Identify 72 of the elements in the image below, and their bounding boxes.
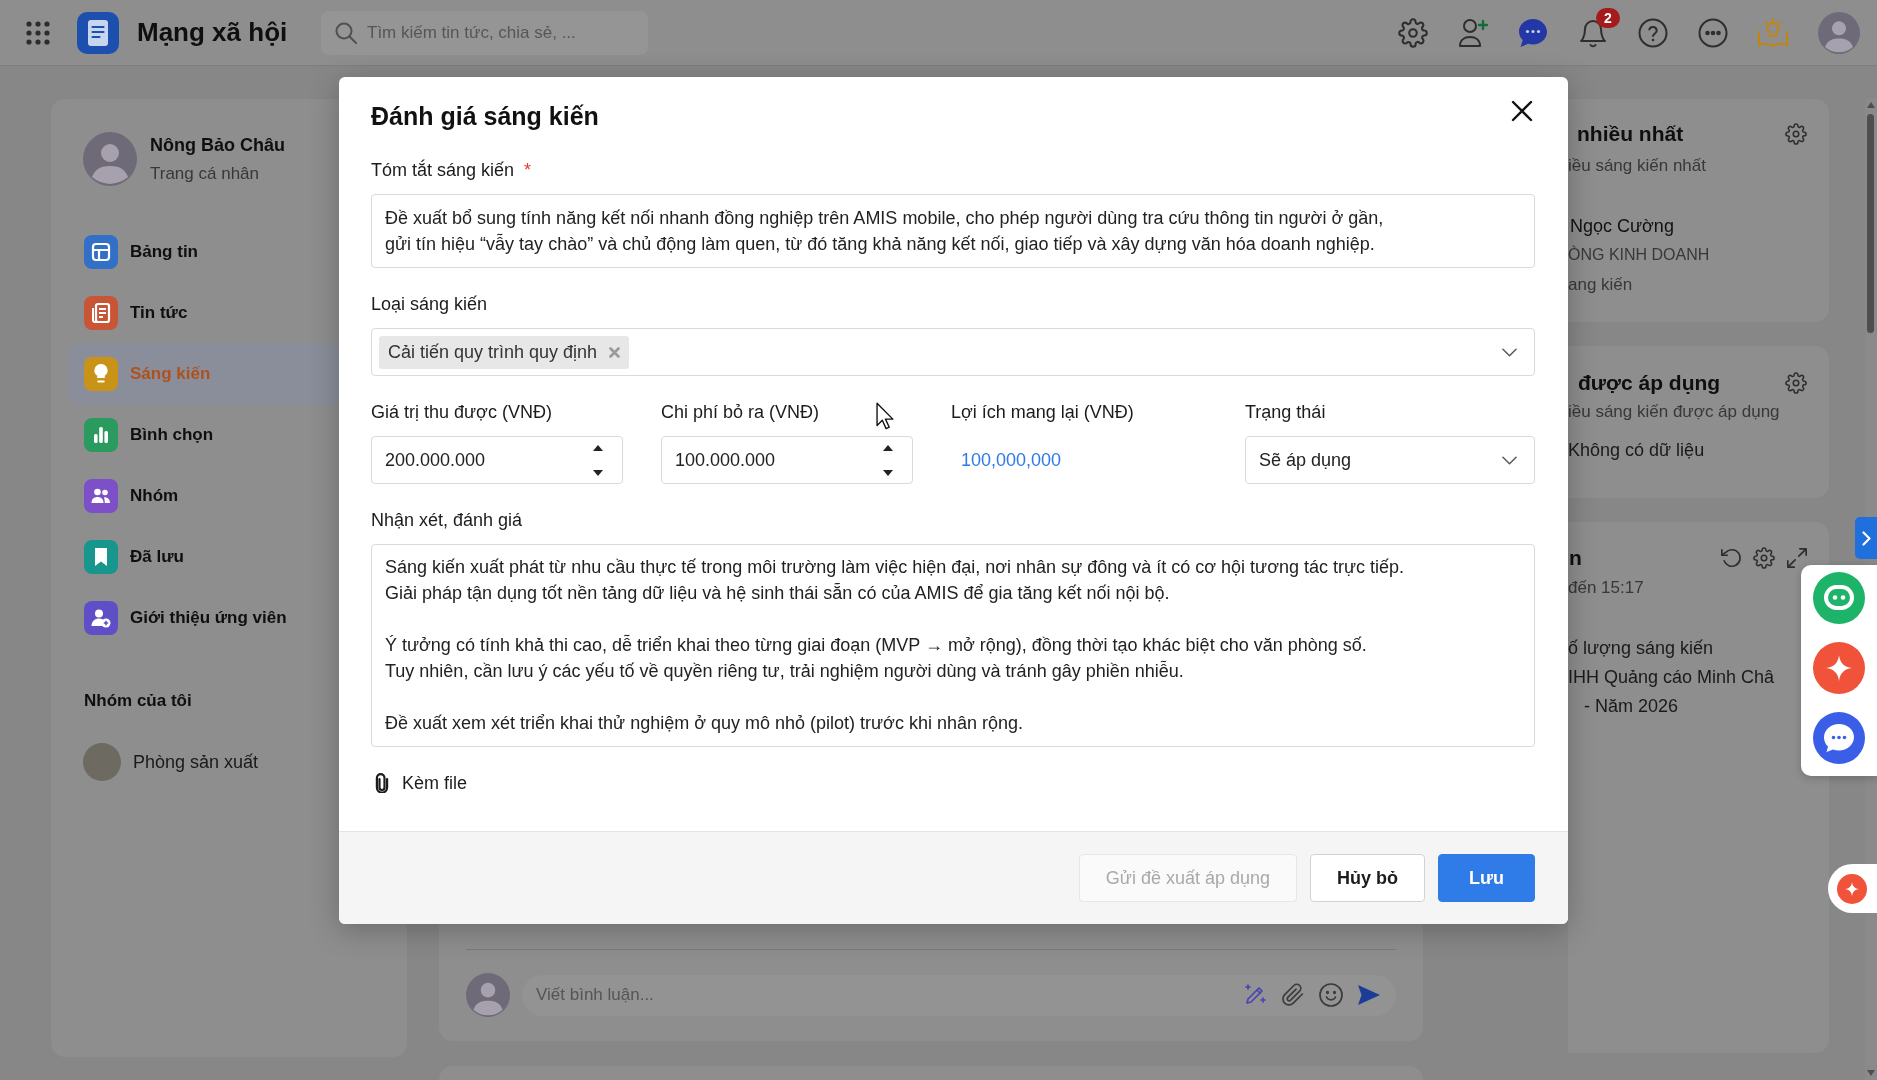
spin-up-icon[interactable] bbox=[593, 444, 603, 451]
number-field[interactable]: 200.000.000 bbox=[371, 436, 623, 484]
spin-down-icon[interactable] bbox=[883, 469, 893, 476]
search-icon bbox=[335, 21, 357, 44]
chevron-right-icon bbox=[1861, 530, 1871, 546]
number-field[interactable]: 100.000.000 bbox=[661, 436, 913, 484]
spin-up-icon[interactable] bbox=[883, 444, 893, 451]
summary-field[interactable]: Đề xuất bổ sung tính năng kết nối nhanh đồng nghiệp trên AMIS mobile, cho phép người dùng tra cứu thông tin người ở gần, gửi tín hiệu “vẫy tay chào” và chủ động làm quen, từ đó tăng khả năng kết nối, giao tiếp và xây dựng văn hóa doanh nghiệp. bbox=[371, 194, 1535, 268]
photo-placeholder bbox=[83, 743, 121, 781]
section-heading: Nhóm của tôi bbox=[84, 690, 192, 712]
close-icon[interactable] bbox=[1511, 100, 1533, 122]
help-icon[interactable] bbox=[1638, 17, 1668, 48]
empty-state-text: Không có dữ liệu bbox=[1568, 439, 1705, 462]
send-icon[interactable] bbox=[1357, 983, 1381, 1007]
person-name: Ngọc Cường bbox=[1570, 215, 1674, 238]
field-label: Loại sáng kiến bbox=[371, 293, 488, 315]
emoji-icon[interactable] bbox=[1319, 983, 1343, 1007]
department-name: ÒNG KINH DOANH bbox=[1568, 244, 1710, 265]
save-button[interactable]: Lưu bbox=[1438, 854, 1535, 902]
mouse-cursor-icon bbox=[876, 402, 896, 431]
panel-toggle-button[interactable] bbox=[1855, 517, 1877, 559]
scroll-up-icon[interactable] bbox=[1867, 102, 1875, 108]
chat-icon[interactable] bbox=[1518, 17, 1548, 48]
tag-chip[interactable]: Cải tiến quy trình quy định bbox=[379, 335, 630, 369]
chevron-down-icon[interactable] bbox=[1502, 455, 1517, 465]
settings-icon[interactable] bbox=[1785, 372, 1807, 394]
spin-down-icon[interactable] bbox=[593, 469, 603, 476]
scrollbar-thumb[interactable] bbox=[1867, 114, 1874, 333]
field-label: Chi phí bỏ ra (VNĐ) bbox=[661, 401, 820, 423]
dialog-title: Đánh giá sáng kiến bbox=[371, 101, 599, 131]
cancel-button[interactable]: Hủy bỏ bbox=[1310, 854, 1425, 902]
widget-title: nhiều nhất bbox=[1577, 122, 1684, 146]
apps-grid-icon[interactable] bbox=[26, 20, 50, 45]
widget-subtitle: đến 15:17 bbox=[1568, 577, 1644, 599]
field-label: Trạng thái bbox=[1245, 401, 1326, 423]
app-logo-icon[interactable] bbox=[77, 11, 119, 54]
field-label: Nhận xét, đánh giá bbox=[371, 509, 523, 531]
app-title: Mạng xã hội bbox=[137, 17, 288, 48]
category-select[interactable]: Cải tiến quy trình quy định bbox=[371, 328, 1535, 376]
field-label: Tóm tắt sáng kiến * bbox=[371, 159, 532, 181]
widget-subtitle: iều sáng kiến nhất bbox=[1568, 155, 1706, 177]
chevron-down-icon[interactable] bbox=[1502, 347, 1517, 357]
assistant-button[interactable] bbox=[1828, 864, 1877, 913]
add-user-icon[interactable] bbox=[1458, 17, 1488, 48]
settings-icon[interactable] bbox=[1753, 547, 1775, 569]
review-field[interactable]: Sáng kiến xuất phát từ nhu cầu thực tế trong môi trường làm việc hiện đại, nơi nhân sự đông và ít có cơ hội tương tác trực tiếp. Giải pháp tận dụng tốt nền tảng dữ liệu và hệ sinh thái sẵn có của AMIS để gia tăng kết nối nội bộ. Ý tưởng có tính khả thi cao, dễ triển khai theo từng giai đoạn (MVP → mở rộng), đồng thời tạo khác biệt cho văn phòng số. Tuy nhiên, cần lưu ý các yếu tố về quyền riêng tư, trải nghiệm người dùng và tránh gây phiền nhiễu. Đề xuất xem xét triển khai thử nghiệm ở quy mô nhỏ (pilot) trước khi nhân rộng. bbox=[371, 544, 1535, 747]
magic-pen-icon[interactable] bbox=[1243, 983, 1267, 1007]
avatar-icon bbox=[466, 973, 510, 1017]
widget-title: n bbox=[1569, 546, 1582, 570]
computed-value: 100,000,000 bbox=[961, 449, 1062, 471]
expand-icon[interactable] bbox=[1786, 547, 1808, 569]
initiative-count: ang kiến bbox=[1568, 274, 1633, 296]
widget-title: được áp dụng bbox=[1578, 371, 1721, 395]
scroll-down-icon[interactable] bbox=[1867, 1070, 1875, 1076]
field-label: Lợi ích mang lại (VNĐ) bbox=[951, 401, 1134, 423]
chart-title: ố lượng sáng kiến IHH Quảng cáo Minh Châ - Năm 2026 bbox=[1568, 637, 1775, 718]
widget-subtitle: iều sáng kiến được áp dụng bbox=[1568, 401, 1780, 423]
paperclip-icon bbox=[375, 773, 389, 793]
settings-icon[interactable] bbox=[1398, 17, 1428, 48]
settings-icon[interactable] bbox=[1785, 123, 1807, 145]
sparkle-icon[interactable] bbox=[1837, 873, 1867, 904]
status-select[interactable]: Sẽ áp dụng bbox=[1245, 436, 1535, 484]
chatbot-icon[interactable] bbox=[1813, 572, 1865, 624]
notification-badge: 2 bbox=[1596, 7, 1620, 28]
paperclip-icon[interactable] bbox=[1281, 983, 1305, 1007]
field-label: Giá trị thu được (VNĐ) bbox=[371, 401, 552, 423]
sparkle-icon[interactable] bbox=[1813, 642, 1865, 694]
refresh-icon[interactable] bbox=[1720, 547, 1742, 569]
chat-icon[interactable] bbox=[1813, 712, 1865, 764]
more-icon[interactable] bbox=[1698, 17, 1728, 48]
profile-link[interactable]: Trang cá nhân bbox=[150, 160, 259, 187]
profile-name: Nông Bảo Châu bbox=[150, 133, 285, 157]
